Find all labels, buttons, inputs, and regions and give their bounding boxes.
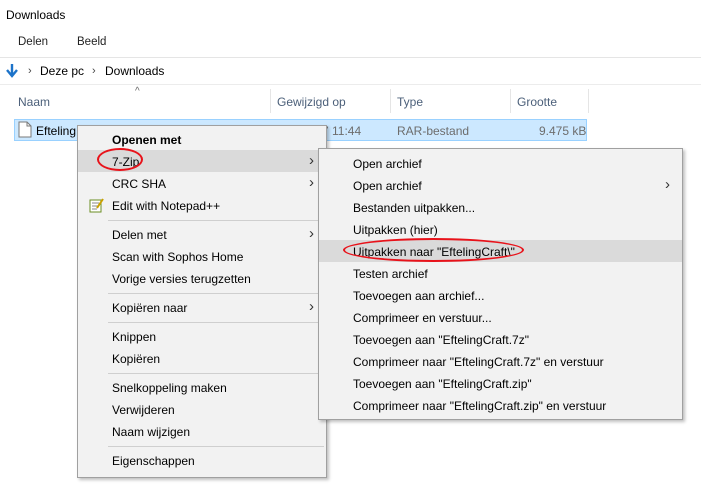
- chevron-right-icon: ›: [665, 176, 670, 193]
- menu-item-cut[interactable]: Knippen: [78, 325, 326, 347]
- menu-item-shortcut[interactable]: Snelkoppeling maken: [78, 376, 326, 398]
- column-header-size[interactable]: Grootte: [517, 95, 557, 109]
- sort-up-icon: ^: [135, 86, 140, 97]
- menu-separator: [108, 322, 324, 323]
- ribbon-tab-delen[interactable]: Delen: [18, 36, 48, 48]
- submenu-item-compress-7z-email[interactable]: Comprimeer naar "EftelingCraft.7z" en ve…: [319, 350, 682, 372]
- submenu-item-compress-email[interactable]: Comprimeer en verstuur...: [319, 306, 682, 328]
- submenu-item-extract-to-folder[interactable]: Uitpakken naar "EftelingCraft\": [319, 240, 682, 262]
- menu-separator: [108, 220, 324, 221]
- menu-item-label: Snelkoppeling maken: [112, 381, 227, 395]
- submenu-item-open-archive-more[interactable]: Open archief ›: [319, 174, 682, 196]
- menu-item-label: Eigenschappen: [112, 454, 195, 468]
- file-size: 9.475 kB: [539, 124, 587, 138]
- breadcrumb-deze-pc[interactable]: Deze pc: [40, 64, 84, 78]
- menu-item-label: Kopiëren: [112, 352, 161, 366]
- down-arrow-icon[interactable]: [4, 63, 20, 79]
- menu-item-label: 7-Zip: [112, 155, 140, 169]
- menu-item-label: Scan with Sophos Home: [112, 250, 244, 264]
- menu-item-label: Comprimeer en verstuur...: [353, 311, 492, 325]
- menu-item-label: Comprimeer naar "EftelingCraft.7z" en ve…: [353, 355, 604, 369]
- address-divider: [0, 84, 701, 85]
- menu-item-copy-to[interactable]: Kopiëren naar ›: [78, 296, 326, 318]
- menu-item-rename[interactable]: Naam wijzigen: [78, 420, 326, 442]
- file-name[interactable]: Efteling: [36, 124, 76, 138]
- submenu-item-add-7z[interactable]: Toevoegen aan "EftelingCraft.7z": [319, 328, 682, 350]
- menu-item-label: Testen archief: [353, 267, 428, 281]
- chevron-right-icon: ›: [309, 225, 314, 242]
- menu-item-label: Naam wijzigen: [112, 425, 191, 439]
- submenu-item-add-zip[interactable]: Toevoegen aan "EftelingCraft.zip": [319, 372, 682, 394]
- menu-item-label: Openen met: [112, 133, 182, 147]
- menu-item-label: Uitpakken (hier): [353, 223, 438, 237]
- menu-item-restore[interactable]: Vorige versies terugzetten: [78, 267, 326, 289]
- breadcrumb-downloads[interactable]: Downloads: [105, 64, 164, 78]
- file-type: RAR-bestand: [397, 124, 470, 138]
- menu-item-label: Bestanden uitpakken...: [353, 201, 476, 215]
- chevron-right-icon: ›: [309, 152, 314, 169]
- submenu-item-open-archive[interactable]: Open archief: [319, 152, 682, 174]
- column-divider[interactable]: [588, 89, 589, 113]
- menu-item-label: Comprimeer naar "EftelingCraft.zip" en v…: [353, 399, 607, 413]
- submenu-item-test-archive[interactable]: Testen archief: [319, 262, 682, 284]
- column-header-modified[interactable]: Gewijzigd op: [277, 95, 346, 109]
- menu-item-label: Toevoegen aan archief...: [353, 289, 485, 303]
- ribbon-tab-beeld[interactable]: Beeld: [77, 36, 106, 48]
- file-modified: 7 11:44: [322, 124, 362, 138]
- menu-separator: [108, 373, 324, 374]
- menu-item-7zip[interactable]: 7-Zip ›: [78, 150, 326, 172]
- chevron-right-icon[interactable]: ›: [28, 65, 32, 77]
- context-menu: Openen met 7-Zip › CRC SHA › Edit with N…: [77, 125, 327, 478]
- menu-item-label: Kopiëren naar: [112, 301, 188, 315]
- chevron-right-icon: ›: [309, 174, 314, 191]
- menu-item-label: Open archief: [353, 179, 422, 193]
- menu-item-label: Vorige versies terugzetten: [112, 272, 251, 286]
- menu-item-label: Delen met: [112, 228, 167, 242]
- menu-item-label: Edit with Notepad++: [112, 199, 221, 213]
- column-header-name[interactable]: Naam: [18, 95, 50, 109]
- notepad-icon: [89, 198, 104, 213]
- menu-item-label: Uitpakken naar "EftelingCraft\": [353, 245, 515, 259]
- menu-item-open-with[interactable]: Openen met: [78, 128, 326, 150]
- chevron-right-icon[interactable]: ›: [92, 65, 96, 77]
- menu-item-label: Knippen: [112, 330, 157, 344]
- submenu-7zip: Open archief Open archief › Bestanden ui…: [318, 148, 683, 420]
- menu-item-label: CRC SHA: [112, 177, 167, 191]
- menu-item-properties[interactable]: Eigenschappen: [78, 449, 326, 471]
- menu-item-sophos[interactable]: Scan with Sophos Home: [78, 245, 326, 267]
- menu-item-label: Toevoegen aan "EftelingCraft.7z": [353, 333, 529, 347]
- menu-item-label: Toevoegen aan "EftelingCraft.zip": [353, 377, 532, 391]
- menu-separator: [108, 293, 324, 294]
- menu-item-copy[interactable]: Kopiëren: [78, 347, 326, 369]
- menu-item-label: Open archief: [353, 157, 422, 171]
- ribbon-divider: [0, 57, 701, 58]
- menu-item-crc-sha[interactable]: CRC SHA ›: [78, 172, 326, 194]
- menu-separator: [108, 446, 324, 447]
- submenu-item-add-to-archive[interactable]: Toevoegen aan archief...: [319, 284, 682, 306]
- column-header-type[interactable]: Type: [397, 95, 423, 109]
- submenu-item-extract-files[interactable]: Bestanden uitpakken...: [319, 196, 682, 218]
- menu-item-notepad[interactable]: Edit with Notepad++: [78, 194, 326, 216]
- column-divider[interactable]: [390, 89, 391, 113]
- window-title: Downloads: [6, 8, 66, 22]
- file-icon: [18, 121, 32, 138]
- column-divider[interactable]: [510, 89, 511, 113]
- submenu-item-extract-here[interactable]: Uitpakken (hier): [319, 218, 682, 240]
- submenu-item-compress-zip-email[interactable]: Comprimeer naar "EftelingCraft.zip" en v…: [319, 394, 682, 416]
- menu-item-label: Verwijderen: [112, 403, 175, 417]
- column-divider[interactable]: [270, 89, 271, 113]
- menu-item-delete[interactable]: Verwijderen: [78, 398, 326, 420]
- menu-item-share-with[interactable]: Delen met ›: [78, 223, 326, 245]
- chevron-right-icon: ›: [309, 298, 314, 315]
